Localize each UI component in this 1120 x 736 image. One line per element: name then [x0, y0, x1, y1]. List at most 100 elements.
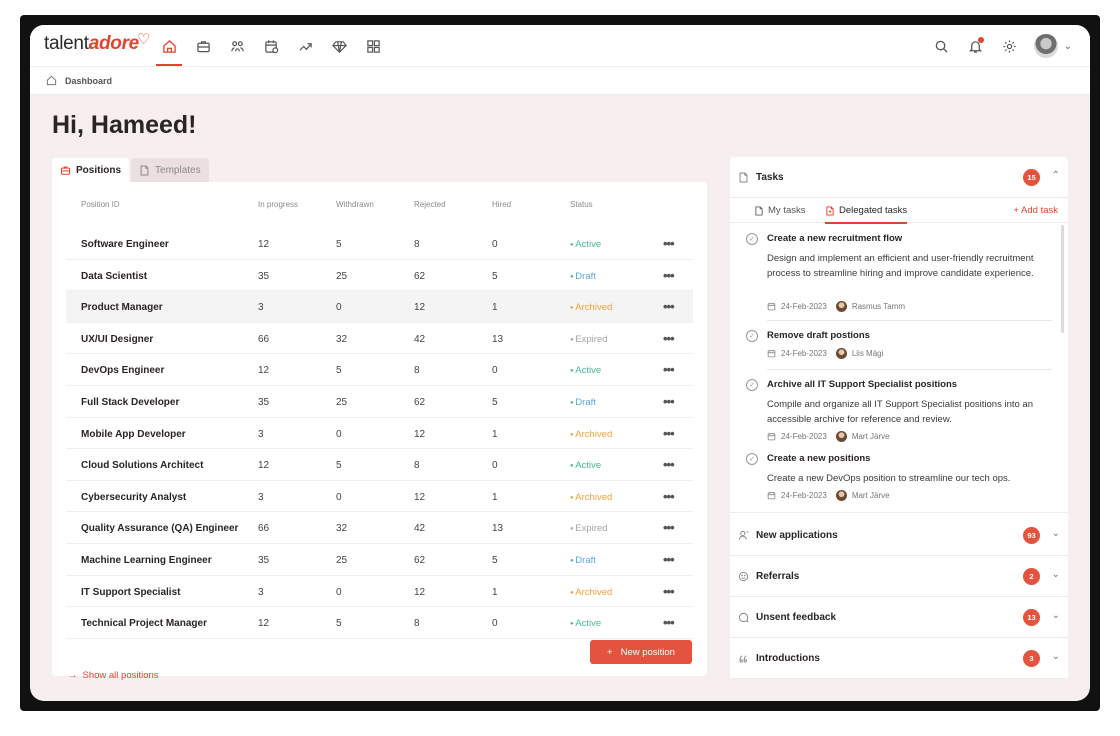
- row-menu-icon[interactable]: •••: [663, 615, 675, 630]
- chevron-down-icon[interactable]: ⌄: [1052, 569, 1060, 580]
- task-date: 24-Feb-2023: [781, 349, 827, 358]
- referrals-section[interactable]: Referrals 2 ⌄: [730, 556, 1068, 597]
- header-withdrawn[interactable]: Withdrawn: [336, 200, 374, 209]
- row-menu-icon[interactable]: •••: [663, 520, 675, 535]
- header-in-progress[interactable]: In progress: [258, 200, 298, 209]
- calendar-icon[interactable]: [260, 35, 282, 57]
- trend-icon[interactable]: [294, 35, 316, 57]
- chevron-down-icon[interactable]: ⌄: [1064, 41, 1072, 52]
- header-rejected[interactable]: Rejected: [414, 200, 446, 209]
- table-row[interactable]: UX/UI Designer 66 32 42 13 ● Expired •••: [66, 323, 693, 355]
- tab-templates[interactable]: Templates: [131, 158, 209, 182]
- position-name[interactable]: Product Manager: [81, 302, 163, 313]
- table-row[interactable]: DevOps Engineer 12 5 8 0 ● Active •••: [66, 354, 693, 386]
- row-menu-icon[interactable]: •••: [663, 236, 675, 251]
- position-name[interactable]: Cybersecurity Analyst: [81, 492, 186, 503]
- show-all-positions-link[interactable]: → Show all positions: [68, 670, 159, 681]
- row-menu-icon[interactable]: •••: [663, 457, 675, 472]
- table-row[interactable]: Cloud Solutions Architect 12 5 8 0 ● Active ••…: [66, 449, 693, 481]
- position-name[interactable]: IT Support Specialist: [81, 587, 180, 598]
- table-row[interactable]: Cybersecurity Analyst 3 0 12 1 ● Archived •••: [66, 481, 693, 513]
- row-menu-icon[interactable]: •••: [663, 552, 675, 567]
- table-row[interactable]: Product Manager 3 0 12 1 ● Archived •••: [66, 291, 693, 323]
- cell-hired: 5: [492, 555, 498, 566]
- table-row[interactable]: Full Stack Developer 35 25 62 5 ● Draft •••: [66, 386, 693, 418]
- chevron-down-icon[interactable]: ⌄: [1052, 610, 1060, 621]
- row-menu-icon[interactable]: •••: [663, 299, 675, 314]
- table-row[interactable]: IT Support Specialist 3 0 12 1 ● Archived •••: [66, 576, 693, 608]
- position-name[interactable]: Data Scientist: [81, 271, 147, 282]
- table-row[interactable]: Data Scientist 35 25 62 5 ● Draft •••: [66, 260, 693, 292]
- check-circle-icon[interactable]: ✓: [746, 330, 758, 342]
- chevron-down-icon[interactable]: ⌄: [1052, 528, 1060, 539]
- tab-my-tasks[interactable]: My tasks: [754, 205, 805, 216]
- breadcrumb-dashboard[interactable]: Dashboard: [65, 76, 112, 86]
- cell-withdrawn: 32: [336, 523, 348, 535]
- row-menu-icon[interactable]: •••: [663, 331, 675, 346]
- gear-icon[interactable]: [1000, 36, 1020, 56]
- header-status[interactable]: Status: [570, 200, 593, 209]
- task-list: ✓ Create a new recruitment flow Design a…: [730, 225, 1068, 513]
- position-name[interactable]: Full Stack Developer: [81, 397, 179, 408]
- cell-withdrawn: 5: [336, 239, 342, 250]
- delegated-tasks-label: Delegated tasks: [839, 205, 908, 216]
- position-name[interactable]: Technical Project Manager: [81, 618, 207, 629]
- table-row[interactable]: Technical Project Manager 12 5 8 0 ● Active ••…: [66, 607, 693, 639]
- row-menu-icon[interactable]: •••: [663, 426, 675, 441]
- row-menu-icon[interactable]: •••: [663, 489, 675, 504]
- bell-icon[interactable]: [966, 36, 986, 56]
- chevron-down-icon[interactable]: ⌄: [1052, 651, 1060, 662]
- grid-icon[interactable]: [362, 35, 384, 57]
- position-name[interactable]: Machine Learning Engineer: [81, 555, 212, 566]
- new-position-button[interactable]: + New position: [590, 640, 692, 664]
- position-name[interactable]: UX/UI Designer: [81, 334, 153, 345]
- diamond-icon[interactable]: [328, 35, 350, 57]
- check-circle-icon[interactable]: ✓: [746, 233, 758, 245]
- chevron-up-icon[interactable]: ⌃: [1052, 170, 1060, 181]
- home-small-icon[interactable]: [46, 75, 57, 86]
- table-row[interactable]: Machine Learning Engineer 35 25 62 5 ● Draft •…: [66, 544, 693, 576]
- unsent-feedback-section[interactable]: Unsent feedback 13 ⌄: [730, 597, 1068, 638]
- table-row[interactable]: Software Engineer 12 5 8 0 ● Active •••: [66, 228, 693, 260]
- row-menu-icon[interactable]: •••: [663, 584, 675, 599]
- add-task-button[interactable]: + Add task: [1013, 205, 1058, 216]
- position-name[interactable]: Cloud Solutions Architect: [81, 460, 203, 471]
- people-icon[interactable]: [226, 35, 248, 57]
- header-hired[interactable]: Hired: [492, 200, 511, 209]
- position-name[interactable]: Software Engineer: [81, 239, 169, 250]
- row-menu-icon[interactable]: •••: [663, 362, 675, 377]
- position-name[interactable]: Quality Assurance (QA) Engineer: [81, 523, 238, 534]
- briefcase-icon[interactable]: [192, 35, 214, 57]
- logo-suffix: adore: [88, 33, 140, 54]
- cell-hired: 0: [492, 618, 498, 630]
- search-icon[interactable]: [932, 36, 952, 56]
- cell-rejected: 8: [414, 365, 420, 377]
- cell-withdrawn: 25: [336, 270, 348, 282]
- tasks-section-header[interactable]: Tasks 15 ⌃: [730, 157, 1068, 198]
- cell-rejected: 62: [414, 270, 426, 282]
- row-menu-icon[interactable]: •••: [663, 394, 675, 409]
- table-row[interactable]: Quality Assurance (QA) Engineer 66 32 42 13 ●…: [66, 512, 693, 544]
- task-divider: [767, 320, 1052, 321]
- tab-positions[interactable]: Positions: [52, 158, 130, 182]
- cell-hired: 1: [492, 491, 498, 503]
- notification-dot: [977, 37, 984, 43]
- position-name[interactable]: Mobile App Developer: [81, 429, 186, 440]
- position-name[interactable]: DevOps Engineer: [81, 365, 164, 376]
- talentadore-logo[interactable]: talentadore♡: [44, 31, 152, 55]
- check-circle-icon[interactable]: ✓: [746, 379, 758, 391]
- home-icon[interactable]: [156, 35, 182, 66]
- row-menu-icon[interactable]: •••: [663, 268, 675, 283]
- cell-withdrawn: 0: [336, 428, 342, 440]
- new-applications-section[interactable]: New applications 93 ⌄: [730, 515, 1068, 556]
- table-row[interactable]: Mobile App Developer 3 0 12 1 ● Archived •••: [66, 418, 693, 450]
- cell-withdrawn: 5: [336, 618, 342, 630]
- task-list-scrollbar[interactable]: [1061, 225, 1064, 333]
- user-avatar[interactable]: [1033, 34, 1058, 58]
- arrow-right-icon: →: [68, 670, 78, 681]
- task-divider: [767, 369, 1052, 370]
- tab-delegated-tasks[interactable]: Delegated tasks: [825, 205, 908, 224]
- header-position-id[interactable]: Position ID: [81, 200, 120, 209]
- introductions-section[interactable]: Introductions 3 ⌄: [730, 638, 1068, 679]
- check-circle-icon[interactable]: ✓: [746, 453, 758, 465]
